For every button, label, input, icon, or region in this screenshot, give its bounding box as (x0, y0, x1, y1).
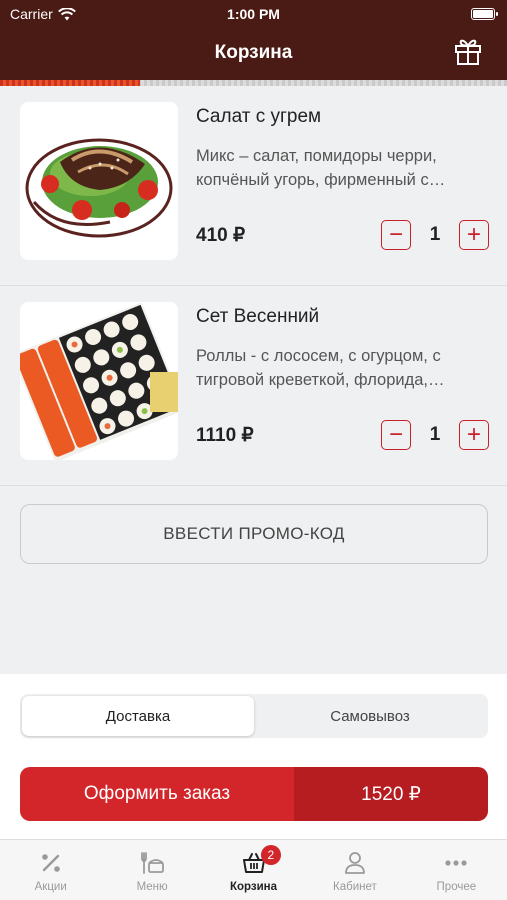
cart-count-badge: 2 (260, 845, 281, 865)
item-description: Роллы - с лососем, с огурцом, с тигровой… (196, 347, 445, 389)
decrease-button[interactable]: − (381, 220, 411, 250)
tab-bar: Акции Меню 2 Корзина Кабинет Прочее (0, 839, 507, 900)
percent-icon (41, 854, 60, 872)
page-title: Корзина (214, 42, 293, 63)
delivery-segmented-control: Доставка Самовывоз (20, 694, 488, 738)
nav-header: Carrier 1:00 PM Корзина (0, 0, 507, 80)
battery-icon (471, 8, 498, 20)
place-order-button[interactable]: Оформить заказ 1520 ₽ (20, 767, 488, 821)
place-order-label: Оформить заказ (20, 767, 294, 821)
menu-icon (141, 852, 165, 874)
item-name: Салат с угрем (196, 106, 322, 127)
tab-more[interactable]: Прочее (406, 840, 507, 900)
tab-label: Кабинет (333, 881, 377, 893)
quantity-stepper: − 1 + (381, 220, 489, 250)
checkout-panel: Доставка Самовывоз Оформить заказ 1520 ₽ (0, 674, 507, 839)
tab-menu[interactable]: Меню (101, 840, 202, 900)
tab-account[interactable]: Кабинет (304, 840, 405, 900)
tab-label: Меню (136, 881, 168, 893)
dish-photo-rolls (20, 302, 178, 460)
decrease-button[interactable]: − (381, 420, 411, 450)
tab-cart[interactable]: 2 Корзина (203, 840, 304, 900)
cart-list: Салат с угрем Микс – салат, помидоры чер… (0, 86, 507, 486)
order-total: 1520 ₽ (294, 767, 488, 821)
item-description: Микс – салат, помидоры черри, копчёный у… (196, 147, 446, 189)
tab-promotions[interactable]: Акции (0, 840, 101, 900)
status-time: 1:00 PM (227, 6, 280, 22)
increase-button[interactable]: + (459, 420, 489, 450)
delivery-option[interactable]: Доставка (22, 696, 254, 736)
tab-label: Акции (34, 881, 67, 893)
more-icon (445, 860, 467, 866)
tab-label: Корзина (229, 881, 278, 893)
item-price: 410 ₽ (196, 225, 246, 246)
item-quantity: 1 (429, 424, 441, 445)
dish-photo-salad (20, 102, 178, 260)
item-name: Сет Весенний (196, 306, 320, 327)
status-bar: Carrier 1:00 PM (0, 6, 507, 24)
user-icon (345, 852, 365, 874)
pickup-option[interactable]: Самовывоз (254, 696, 486, 736)
item-quantity: 1 (429, 224, 441, 245)
increase-button[interactable]: + (459, 220, 489, 250)
cart-item[interactable]: Сет Весенний Роллы - с лососем, с огурцо… (0, 286, 507, 486)
gift-icon[interactable] (453, 36, 483, 66)
promo-code-button[interactable]: ВВЕСТИ ПРОМО-КОД (20, 504, 488, 564)
item-price: 1110 ₽ (196, 425, 254, 446)
tab-label: Прочее (436, 881, 477, 893)
quantity-stepper: − 1 + (381, 420, 489, 450)
cart-item[interactable]: Салат с угрем Микс – салат, помидоры чер… (0, 86, 507, 286)
